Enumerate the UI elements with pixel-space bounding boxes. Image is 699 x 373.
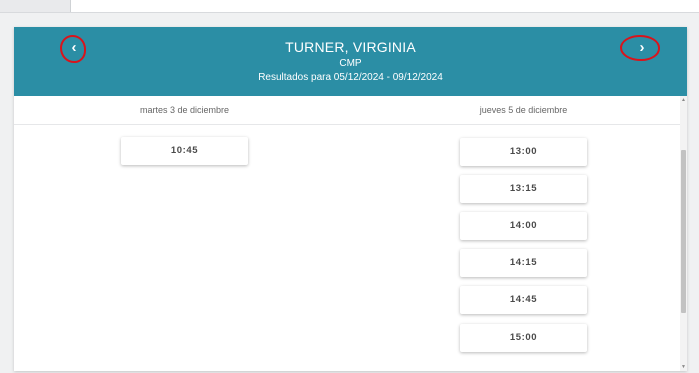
time-slot-button[interactable]: 13:00 — [460, 138, 587, 166]
time-slot-button[interactable]: 14:15 — [460, 249, 587, 277]
browser-top-bar — [0, 0, 699, 13]
day-column-header: martes 3 de diciembre — [139, 105, 230, 115]
center-code: CMP — [339, 58, 362, 69]
scrollbar-thumb[interactable] — [681, 150, 686, 313]
patient-name: TURNER, VIRGINIA — [285, 39, 416, 55]
scroll-down-arrow-icon[interactable]: ▼ — [680, 363, 687, 371]
scroll-up-arrow-icon[interactable]: ▲ — [680, 96, 687, 104]
vertical-scrollbar[interactable]: ▲ ▼ — [680, 96, 687, 371]
day-column-header: jueves 5 de diciembre — [479, 105, 568, 115]
column-header-divider — [14, 124, 680, 125]
browser-tab[interactable] — [0, 0, 71, 12]
next-week-button[interactable]: › — [620, 35, 660, 61]
date-range: Resultados para 05/12/2024 - 09/12/2024 — [258, 72, 443, 83]
red-annotation-circle — [620, 35, 660, 61]
time-slot-button[interactable]: 13:15 — [460, 175, 587, 203]
time-slot-button[interactable]: 14:45 — [460, 286, 587, 314]
time-slot-button[interactable]: 10:45 — [121, 137, 248, 165]
previous-week-button[interactable]: ‹ — [60, 35, 86, 63]
appointment-header: TURNER, VIRGINIA CMP Resultados para 05/… — [14, 27, 687, 96]
time-slot-button[interactable]: 14:00 — [460, 212, 587, 240]
red-annotation-circle — [60, 35, 86, 63]
time-slot-button[interactable]: 15:00 — [460, 324, 587, 352]
appointment-card: TURNER, VIRGINIA CMP Resultados para 05/… — [14, 27, 687, 371]
